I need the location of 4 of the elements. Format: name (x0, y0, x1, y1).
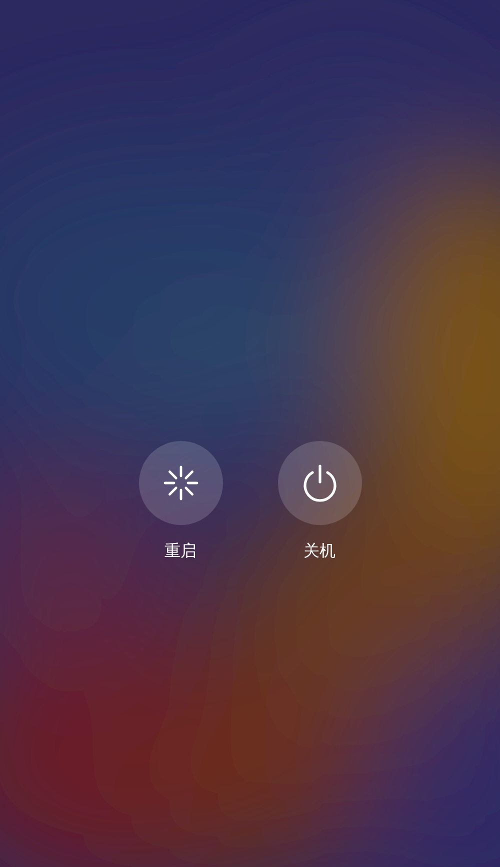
power-icon (300, 464, 338, 502)
button-label: 关机 (304, 540, 336, 562)
loading-icon (162, 465, 198, 501)
button-label: 重启 (164, 540, 196, 562)
